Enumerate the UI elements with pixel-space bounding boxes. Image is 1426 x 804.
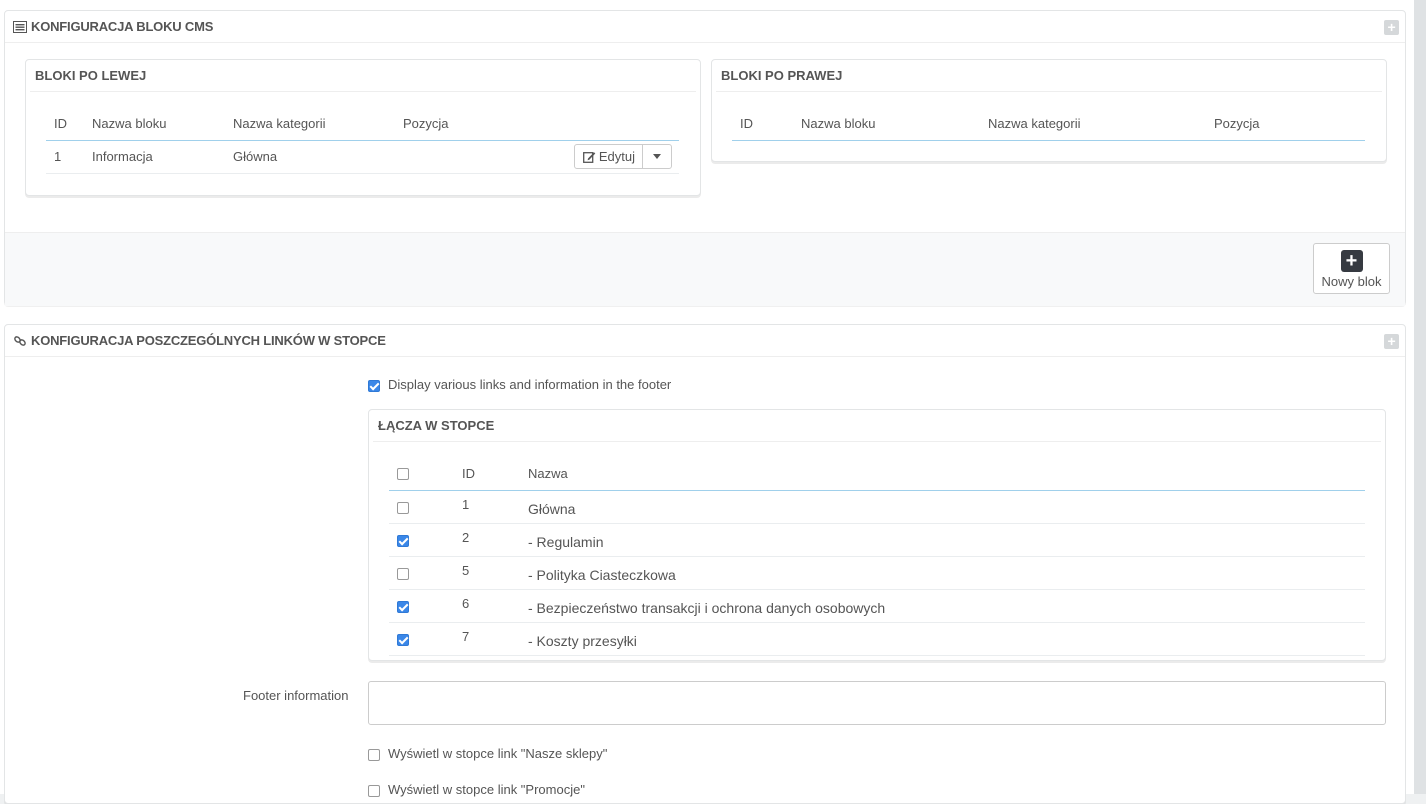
col-position: Pozycja [1214, 107, 1365, 141]
row-block-name: Informacja [92, 140, 233, 174]
list-alt-icon [13, 20, 27, 33]
show-promo-checkbox[interactable] [368, 785, 380, 797]
display-links-label: Display various links and information in… [388, 377, 672, 392]
footer-links-subpanel: ŁĄCZA W STOPCE ID Nazwa 1 Główna 2- Regula… [368, 409, 1386, 661]
left-blocks-title: BLOKI PO LEWEJ [30, 60, 696, 92]
col-block-name: Nazwa bloku [92, 107, 233, 141]
row-checkbox[interactable] [397, 501, 409, 514]
row-select-cell [389, 523, 462, 557]
new-block-button[interactable]: + Nowy blok [1313, 243, 1390, 294]
cms-config-panel: KONFIGURACJA BLOKU CMS + BLOKI PO LEWEJ … [4, 10, 1406, 306]
row-id: 5 [462, 556, 528, 590]
col-id: ID [46, 107, 92, 141]
link-icon [14, 335, 26, 346]
table-row: 1 Główna [389, 490, 1365, 524]
table-row: 5- Polityka Ciasteczkowa [389, 556, 1365, 590]
col-id: ID [462, 457, 528, 491]
footer-info-label: Footer information [243, 688, 349, 703]
footer-info-input[interactable] [368, 681, 1386, 725]
show-promo-label: Wyświetl w stopce link "Promocje" [388, 782, 585, 797]
row-checkbox[interactable] [397, 633, 409, 646]
left-blocks-panel: BLOKI PO LEWEJ ID Nazwa bloku Nazwa kate… [25, 59, 701, 196]
table-row: 1 Informacja Główna Edytuj [46, 140, 679, 174]
row-select-cell [389, 622, 462, 656]
row-checkbox[interactable] [397, 600, 409, 613]
col-select-all [389, 457, 462, 491]
col-position: Pozycja [403, 107, 487, 141]
right-blocks-table: ID Nazwa bloku Nazwa kategorii Pozycja [732, 107, 1365, 141]
caret-down-icon [653, 154, 661, 159]
cms-panel-footer: + Nowy blok [5, 232, 1405, 306]
col-category-name: Nazwa kategorii [988, 107, 1214, 141]
col-category-name: Nazwa kategorii [233, 107, 403, 141]
cms-config-heading: KONFIGURACJA BLOKU CMS + [5, 11, 1405, 43]
table-row: 6- Bezpieczeństwo transakcji i ochrona d… [389, 589, 1365, 623]
col-id: ID [732, 107, 801, 141]
row-position [403, 140, 487, 174]
row-id: 7 [462, 622, 528, 656]
row-actions: Edytuj [486, 140, 679, 174]
footer-links-title: KONFIGURACJA POSZCZEGÓLNYCH LINKÓW W STO… [31, 333, 386, 348]
table-header-row: ID Nazwa bloku Nazwa kategorii Pozycja [46, 107, 679, 141]
row-name: - Koszty przesyłki [528, 622, 1365, 656]
row-id: 2 [462, 523, 528, 557]
table-row: 2- Regulamin [389, 523, 1365, 557]
scrollbar-track[interactable] [1414, 0, 1426, 794]
row-id: 6 [462, 589, 528, 623]
row-name: Główna [528, 490, 1365, 524]
table-header-row: ID Nazwa bloku Nazwa kategorii Pozycja [732, 107, 1365, 141]
row-name: - Bezpieczeństwo transakcji i ochrona da… [528, 589, 1365, 623]
select-all-checkbox[interactable] [397, 468, 409, 481]
edit-button-group: Edytuj [573, 144, 672, 169]
row-checkbox[interactable] [397, 534, 409, 547]
edit-button[interactable]: Edytuj [575, 145, 643, 168]
right-blocks-panel: BLOKI PO PRAWEJ ID Nazwa bloku Nazwa kat… [711, 59, 1387, 162]
row-select-cell [389, 490, 462, 524]
edit-dropdown-toggle[interactable] [643, 145, 671, 168]
footer-links-subtitle: ŁĄCZA W STOPCE [373, 410, 1381, 442]
right-blocks-title: BLOKI PO PRAWEJ [716, 60, 1382, 92]
footer-links-rows: 1 Główna 2- Regulamin 5- Polityka Ciasteczk… [389, 490, 1365, 656]
row-select-cell [389, 589, 462, 623]
table-row: 7- Koszty przesyłki [389, 622, 1365, 656]
new-block-label: Nowy blok [1321, 274, 1382, 289]
row-name: - Regulamin [528, 523, 1365, 557]
row-id: 1 [462, 490, 528, 524]
row-id: 1 [46, 140, 92, 174]
row-checkbox[interactable] [397, 567, 409, 580]
collapse-toggle-icon[interactable]: + [1384, 20, 1399, 35]
col-name: Nazwa [528, 457, 1365, 491]
show-stores-label: Wyświetl w stopce link "Nasze sklepy" [388, 746, 608, 761]
col-block-name: Nazwa bloku [801, 107, 988, 141]
table-header-row: ID Nazwa [389, 457, 1365, 491]
add-icon: + [1340, 250, 1363, 272]
footer-links-table: ID Nazwa 1 Główna 2- Regulamin 5- Polityka … [389, 457, 1365, 656]
row-name: - Polityka Ciasteczkowa [528, 556, 1365, 590]
cms-config-title: KONFIGURACJA BLOKU CMS [31, 19, 214, 34]
edit-button-label: Edytuj [598, 149, 635, 164]
footer-links-panel: KONFIGURACJA POSZCZEGÓLNYCH LINKÓW W STO… [4, 324, 1406, 804]
row-select-cell [389, 556, 462, 590]
collapse-toggle-icon[interactable]: + [1384, 334, 1399, 349]
left-blocks-table: ID Nazwa bloku Nazwa kategorii Pozycja 1… [46, 107, 679, 174]
show-stores-checkbox[interactable] [368, 749, 380, 761]
edit-icon [582, 151, 596, 163]
footer-links-heading: KONFIGURACJA POSZCZEGÓLNYCH LINKÓW W STO… [5, 325, 1405, 357]
display-links-checkbox[interactable] [368, 380, 380, 392]
row-category: Główna [233, 140, 403, 174]
col-actions [486, 107, 679, 141]
